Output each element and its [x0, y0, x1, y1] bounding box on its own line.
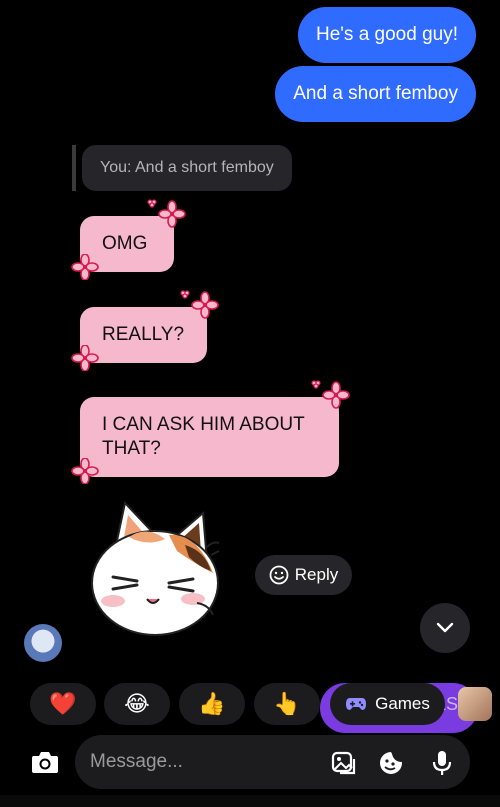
flower-decoration-icon: [71, 458, 99, 484]
message-input[interactable]: [90, 735, 310, 789]
quick-reaction-heart[interactable]: ❤️: [30, 683, 96, 725]
thumbs-up-icon: 👍: [198, 691, 226, 716]
chevron-down-icon: [436, 622, 454, 633]
camera-button[interactable]: [30, 747, 60, 777]
quick-reaction-thumbs-up[interactable]: 👍: [179, 683, 245, 725]
scroll-down-button[interactable]: [420, 603, 470, 653]
pointing-hand-icon: 👆: [273, 691, 301, 716]
gallery-icon: [331, 751, 356, 775]
message-composer: [0, 733, 500, 793]
flower-decoration-icon: [147, 199, 186, 228]
games-label: Games: [375, 694, 430, 713]
media-thumbnail[interactable]: [458, 687, 492, 721]
incoming-message-text: REALLY?: [102, 324, 185, 345]
reply-quote-text: You: And a short femboy: [82, 145, 292, 191]
incoming-message-text: I CAN ASK HIM ABOUT THAT?: [102, 414, 305, 459]
microphone-icon: [432, 751, 452, 775]
quick-reaction-point[interactable]: 👆: [254, 683, 320, 725]
sticker-icon: [380, 752, 402, 774]
incoming-message[interactable]: I CAN ASK HIM ABOUT THAT?: [80, 397, 339, 477]
incoming-message-text: OMG: [102, 233, 148, 254]
quick-reactions-bar: ❤️ 😂 👍 👆 LS Games: [0, 683, 500, 733]
outgoing-message-text: He's a good guy!: [316, 24, 458, 45]
outgoing-message[interactable]: And a short femboy: [275, 66, 476, 122]
games-button[interactable]: Games: [330, 683, 445, 725]
reply-button-label: Reply: [294, 565, 339, 584]
smiley-icon: [269, 565, 289, 585]
system-nav-bar: [0, 795, 500, 807]
gamepad-icon: [346, 698, 367, 710]
laughing-emoji-icon: 😂: [124, 691, 150, 716]
heart-icon: ❤️: [49, 691, 77, 716]
quick-reaction-laugh[interactable]: 😂: [104, 683, 170, 725]
gallery-button[interactable]: [328, 748, 358, 778]
flower-decoration-icon: [71, 254, 99, 280]
outgoing-message[interactable]: He's a good guy!: [298, 7, 476, 63]
sticker-button[interactable]: [376, 748, 406, 778]
cat-sticker-icon[interactable]: [85, 495, 225, 645]
voice-button[interactable]: [427, 748, 457, 778]
reply-quote[interactable]: You: And a short femboy: [72, 145, 292, 191]
reply-button[interactable]: Reply: [255, 555, 352, 595]
flower-decoration-icon: [311, 380, 350, 409]
camera-icon: [32, 752, 58, 773]
message-field: [75, 735, 470, 789]
flower-decoration-icon: [71, 345, 99, 371]
outgoing-message-text: And a short femboy: [293, 83, 458, 104]
contact-avatar[interactable]: [24, 624, 62, 662]
flower-decoration-icon: [180, 290, 219, 319]
